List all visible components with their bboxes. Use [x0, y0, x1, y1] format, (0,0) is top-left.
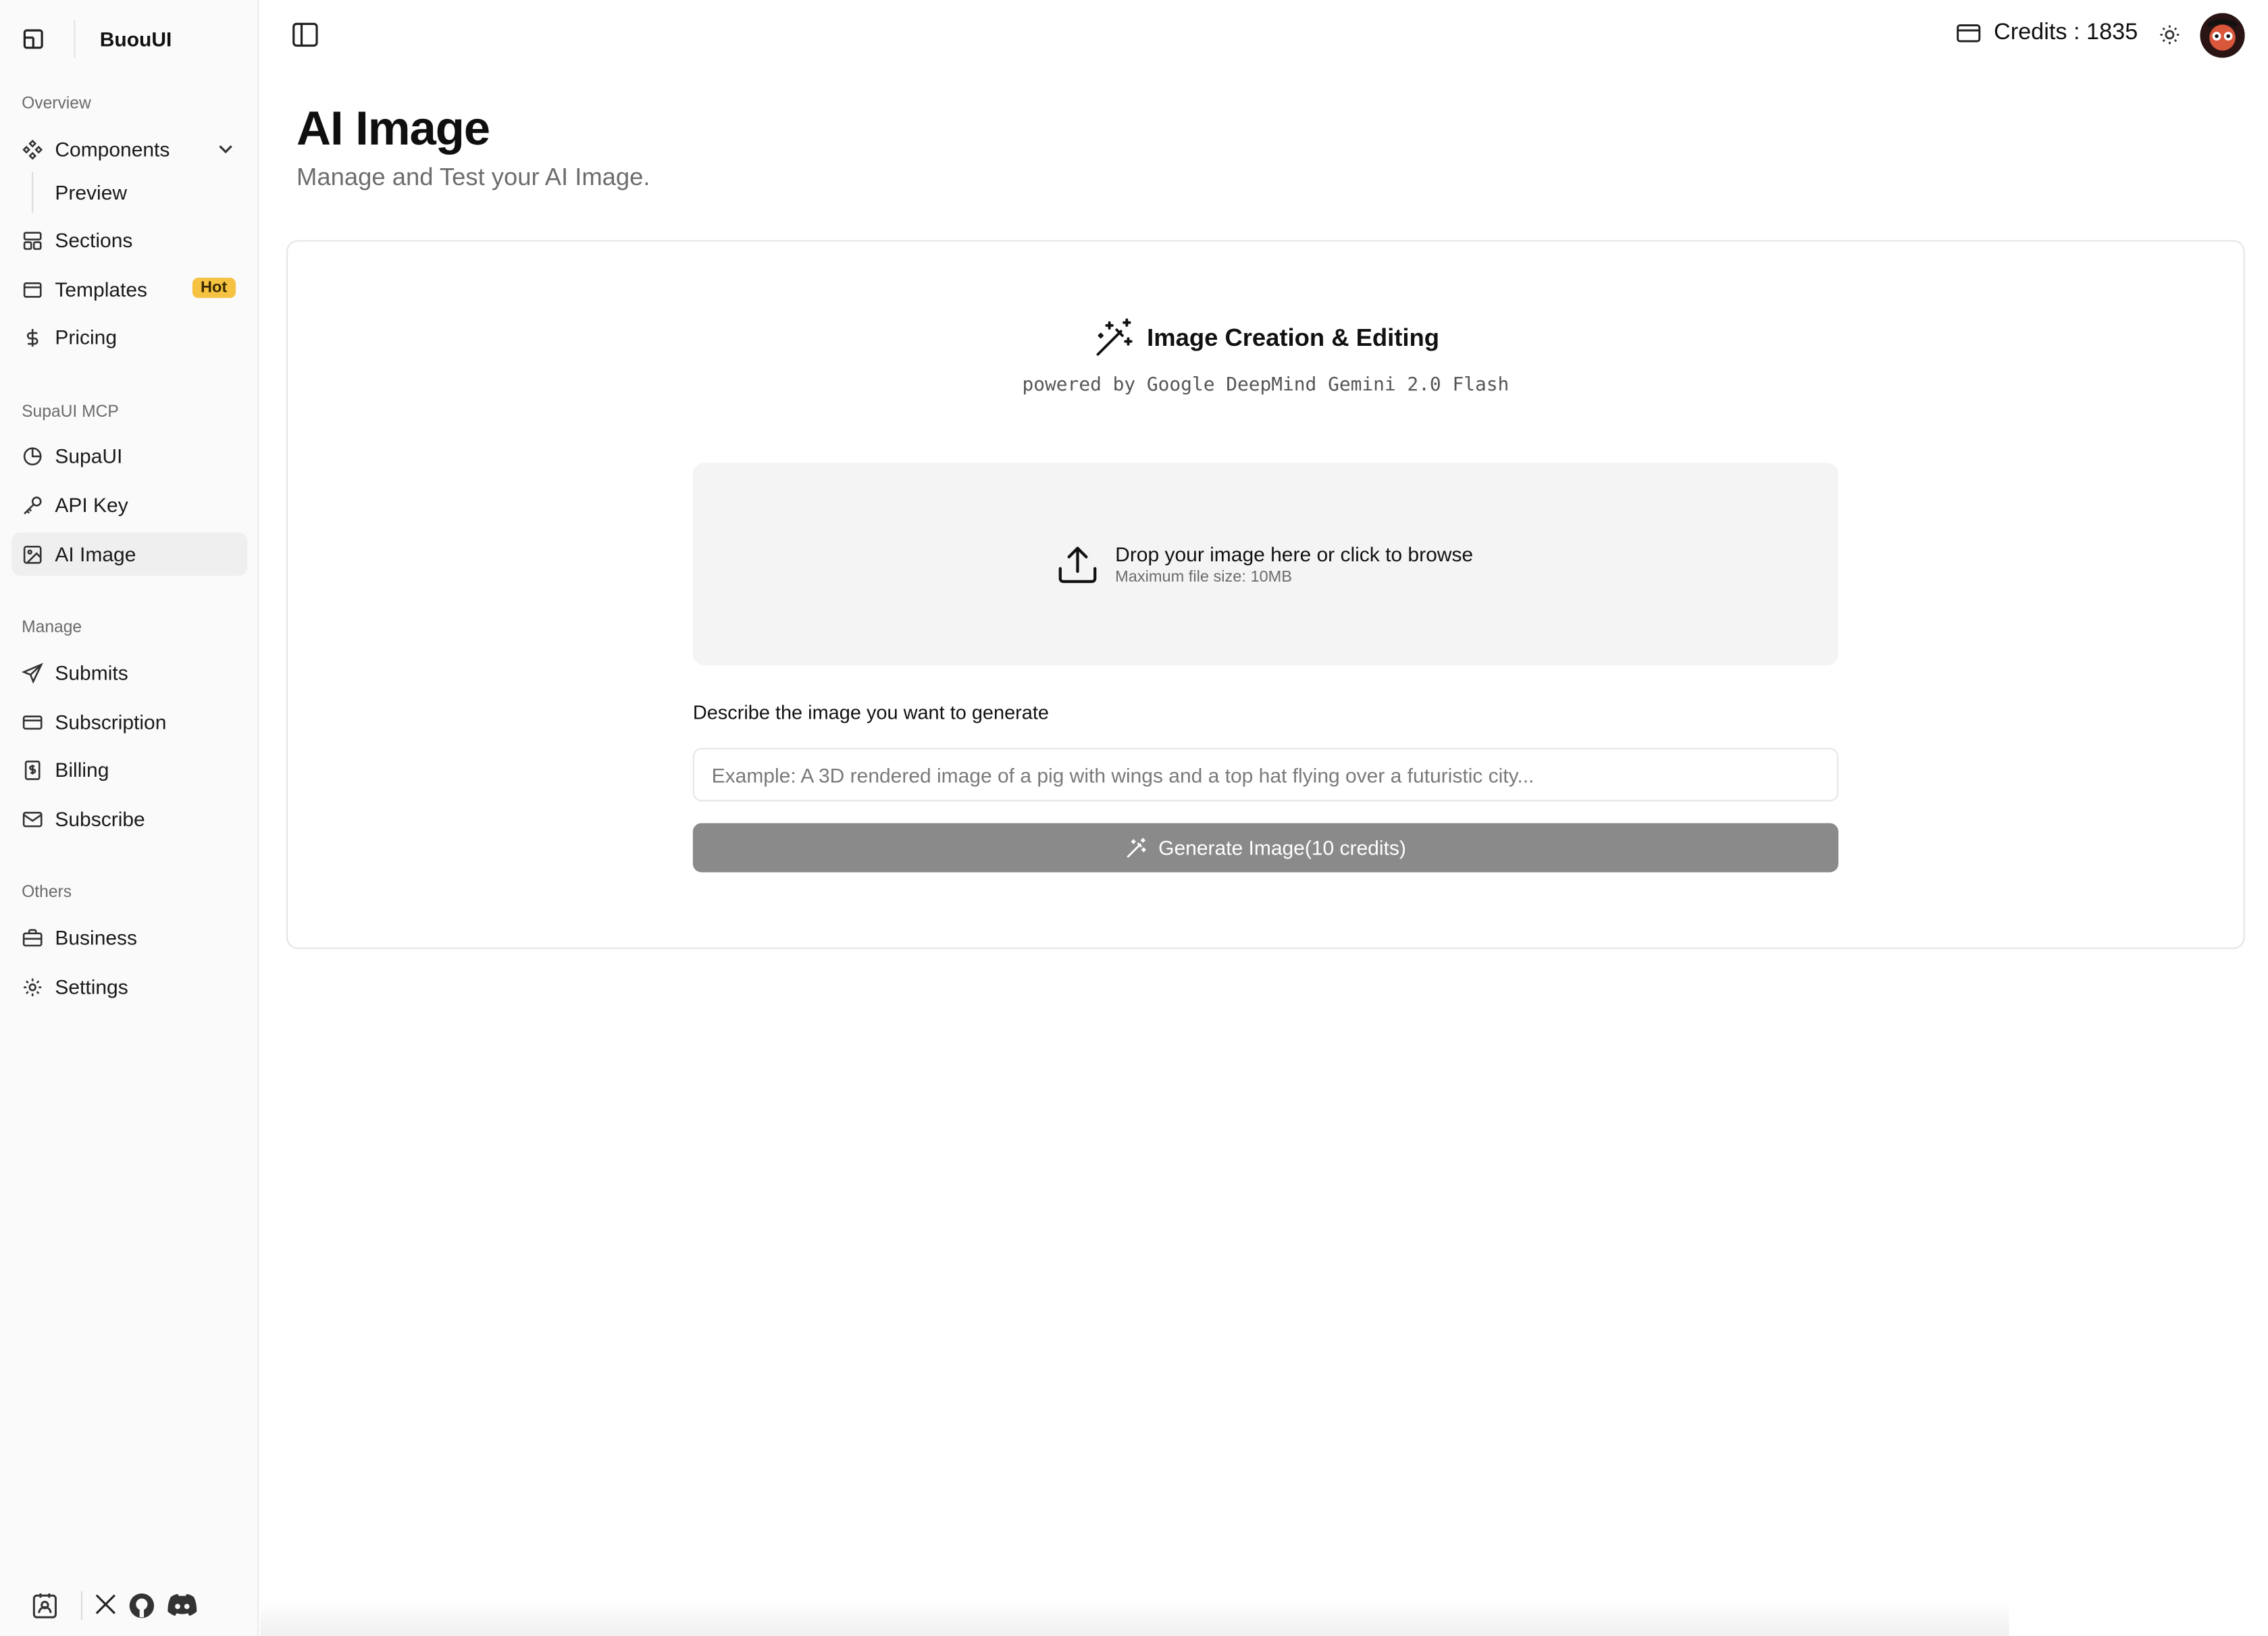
- sidebar-item-label: Components: [55, 137, 170, 161]
- brand: BuouUI: [0, 0, 259, 80]
- group-label-supaui-mcp: SupaUI MCP: [22, 403, 119, 421]
- send-icon: [22, 662, 43, 684]
- image-dropzone[interactable]: Drop your image here or click to browse …: [692, 463, 1838, 666]
- x-twitter-icon[interactable]: [93, 1591, 122, 1620]
- prompt-label: Describe the image you want to generate: [692, 701, 1049, 723]
- sidebar-item-label: Subscribe: [55, 807, 145, 831]
- sidebar-item-submits[interactable]: Submits: [11, 651, 247, 694]
- main-content: Credits : 1835 AI Image Manage and Test …: [259, 0, 2268, 1636]
- credits-display[interactable]: Credits : 1835: [1956, 20, 2138, 47]
- group-label-overview: Overview: [22, 95, 91, 113]
- sidebar-item-components[interactable]: Components: [11, 127, 247, 170]
- panel-title: Image Creation & Editing: [1147, 324, 1440, 352]
- generate-button-label: Generate Image(10 credits): [1158, 836, 1406, 860]
- sidebar-item-label: Subscription: [55, 710, 167, 734]
- layout-icon[interactable]: [22, 28, 45, 51]
- sidebar-item-subscription[interactable]: Subscription: [11, 700, 247, 744]
- generate-image-button[interactable]: Generate Image(10 credits): [692, 823, 1838, 873]
- hot-badge: Hot: [192, 278, 236, 299]
- panel-header: Image Creation & Editing: [288, 317, 2243, 367]
- receipt-icon: [22, 759, 43, 780]
- magic-wand-icon: [1092, 317, 1135, 360]
- sidebar-item-subscribe[interactable]: Subscribe: [11, 797, 247, 840]
- sidebar-item-ai-image[interactable]: AI Image: [11, 532, 248, 576]
- dollar-icon: [22, 326, 43, 348]
- sidebar-item-label: Submits: [55, 661, 128, 684]
- prompt-input[interactable]: [692, 748, 1838, 802]
- dropzone-size-limit: Maximum file size: 10MB: [1115, 568, 1293, 586]
- sidebar-item-supaui[interactable]: SupaUI: [11, 434, 247, 477]
- sidebar-toggle-icon[interactable]: [290, 20, 319, 49]
- image-creation-panel: Image Creation & Editing powered by Goog…: [286, 240, 2245, 949]
- chevron-down-icon[interactable]: [215, 139, 236, 159]
- sidebar-item-settings[interactable]: Settings: [11, 965, 247, 1008]
- bottom-edge-shadow: [260, 1598, 2009, 1636]
- page-title: AI Image: [297, 101, 490, 155]
- avatar[interactable]: [2200, 13, 2245, 58]
- image-icon: [22, 543, 43, 565]
- mail-icon: [22, 808, 43, 829]
- upload-icon: [1056, 542, 1099, 586]
- sidebar-item-label: SupaUI: [55, 444, 123, 467]
- group-label-manage: Manage: [22, 619, 82, 637]
- sidebar-footer: [0, 1585, 259, 1629]
- brand-name: BuouUI: [99, 27, 172, 51]
- briefcase-icon: [22, 927, 43, 948]
- page-subtitle: Manage and Test your AI Image.: [297, 163, 650, 191]
- sun-icon[interactable]: [2158, 23, 2181, 46]
- group-label-others: Others: [22, 884, 72, 902]
- sidebar-item-label: Settings: [55, 975, 128, 998]
- components-icon: [22, 138, 43, 160]
- gear-icon: [22, 976, 43, 998]
- sidebar-item-label: Billing: [55, 758, 109, 782]
- browser-window-icon: [22, 278, 43, 300]
- top-bar: Credits : 1835: [259, 0, 2268, 72]
- credit-card-icon: [22, 711, 43, 733]
- sidebar-item-label: Pricing: [55, 325, 118, 349]
- credits-text: Credits : 1835: [1993, 20, 2138, 45]
- github-icon[interactable]: [127, 1591, 156, 1620]
- sidebar-item-billing[interactable]: Billing: [11, 748, 247, 791]
- discord-icon[interactable]: [165, 1591, 199, 1620]
- credit-card-icon: [1956, 20, 1982, 47]
- sidebar-item-templates[interactable]: Templates Hot: [11, 267, 247, 311]
- sidebar-item-pricing[interactable]: Pricing: [11, 315, 247, 359]
- powered-by-text: powered by Google DeepMind Gemini 2.0 Fl…: [1022, 374, 1510, 397]
- sidebar-item-label: AI Image: [55, 542, 136, 566]
- sidebar: BuouUI Overview Components Preview Secti…: [0, 0, 259, 1636]
- sidebar-item-preview[interactable]: Preview: [43, 172, 231, 213]
- key-icon: [22, 494, 43, 515]
- sidebar-item-sections[interactable]: Sections: [11, 218, 247, 261]
- sidebar-item-api-key[interactable]: API Key: [11, 483, 247, 526]
- pie-chart-icon: [22, 445, 43, 467]
- sidebar-item-business[interactable]: Business: [11, 916, 247, 959]
- brand-divider: [74, 20, 76, 58]
- submenu-rail: [32, 172, 34, 213]
- dropzone-instruction: Drop your image here or click to browse: [1115, 542, 1474, 566]
- sidebar-item-label: Templates: [55, 278, 148, 301]
- contact-icon[interactable]: [30, 1591, 59, 1620]
- sidebar-item-label: Business: [55, 925, 138, 949]
- sidebar-item-label: API Key: [55, 493, 128, 517]
- sections-icon: [22, 229, 43, 251]
- footer-divider: [80, 1591, 83, 1620]
- sidebar-item-label: Sections: [55, 228, 133, 252]
- magic-wand-icon: [1125, 837, 1147, 859]
